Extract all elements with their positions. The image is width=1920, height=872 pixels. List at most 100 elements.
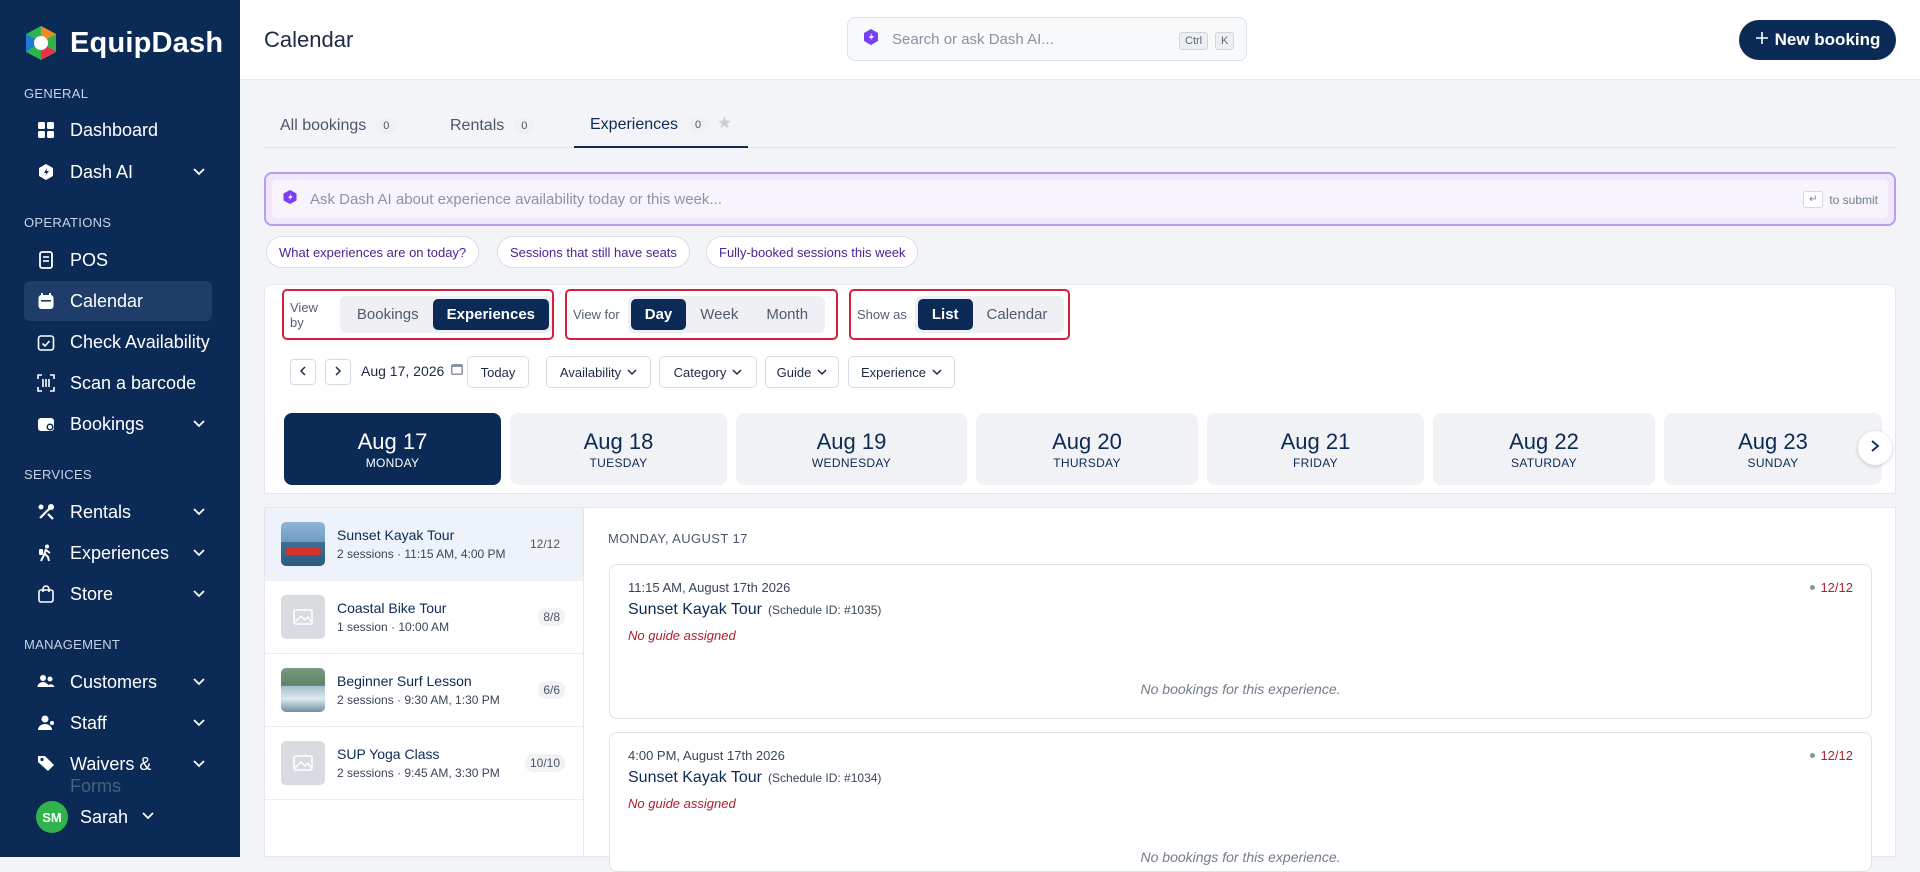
show-as-calendar[interactable]: Calendar — [973, 299, 1062, 330]
chevron-down-icon — [732, 365, 742, 380]
session-capacity: 12/12 — [1810, 748, 1853, 763]
prev-date-button[interactable] — [290, 359, 316, 385]
list-item[interactable]: Coastal Bike Tour 1 session · 10:00 AM 8/… — [265, 581, 583, 654]
kbd-k: K — [1215, 32, 1235, 50]
show-as-label: Show as — [857, 307, 907, 322]
schedule-id: (Schedule ID: #1034) — [768, 771, 882, 785]
sidebar-item-waivers[interactable]: Waivers & Forms — [24, 744, 212, 792]
day-card[interactable]: Aug 20 THURSDAY — [976, 413, 1198, 485]
star-icon[interactable] — [718, 116, 731, 134]
new-booking-button[interactable]: New booking — [1739, 20, 1896, 60]
view-by-experiences[interactable]: Experiences — [432, 299, 549, 330]
calendar-icon — [36, 291, 56, 311]
tab-all-bookings[interactable]: All bookings 0 — [264, 104, 412, 148]
filter-label: Guide — [776, 364, 812, 380]
status-dot — [1810, 585, 1816, 590]
day-card[interactable]: Aug 19 WEDNESDAY — [736, 413, 967, 485]
sidebar-item-staff[interactable]: Staff — [24, 703, 212, 743]
experience-filter[interactable]: Experience — [848, 356, 955, 388]
tab-rentals[interactable]: Rentals 0 — [434, 104, 550, 148]
day-card[interactable]: Aug 22 SATURDAY — [1433, 413, 1655, 485]
view-by-bookings[interactable]: Bookings — [343, 299, 433, 330]
day-date: Aug 20 — [1052, 428, 1122, 454]
day-weekday: TUESDAY — [589, 455, 648, 470]
sidebar-item-dash-ai[interactable]: Dash AI — [24, 152, 212, 192]
list-item[interactable]: Sunset Kayak Tour 2 sessions · 11:15 AM, … — [265, 508, 583, 581]
date-picker[interactable]: Aug 17, 2026 — [361, 362, 464, 379]
view-for-month[interactable]: Month — [752, 299, 822, 330]
sidebar-item-experiences[interactable]: Experiences — [24, 533, 212, 573]
sidebar-item-label: Experiences — [70, 542, 170, 563]
submit-hint-text: to submit — [1829, 192, 1878, 207]
next-days-button[interactable] — [1858, 431, 1892, 465]
sidebar-item-label: Staff — [70, 712, 107, 733]
list-item-sub: 2 sessions · 11:15 AM, 4:00 PM — [337, 547, 506, 561]
list-item[interactable]: Beginner Surf Lesson 2 sessions · 9:30 AM… — [265, 654, 583, 727]
today-button[interactable]: Today — [467, 356, 529, 388]
list-item-name: Beginner Surf Lesson — [337, 673, 472, 689]
sidebar-item-check-availability[interactable]: Check Availability — [24, 322, 212, 362]
date-value: Aug 17, 2026 — [361, 362, 445, 379]
sidebar-item-scan-barcode[interactable]: Scan a barcode — [24, 363, 212, 403]
list-item[interactable]: SUP Yoga Class 2 sessions · 9:45 AM, 3:30… — [265, 727, 583, 800]
tag-icon — [36, 753, 56, 773]
sidebar-item-calendar[interactable]: Calendar — [24, 281, 212, 321]
sidebar-item-label: Rentals — [70, 501, 132, 522]
sidebar-item-dashboard[interactable]: Dashboard — [24, 110, 212, 150]
dash-ai-icon — [862, 28, 880, 50]
booking-tabs: All bookings 0 Rentals 0 Experiences 0 — [264, 104, 1896, 148]
chevron-right-icon — [333, 363, 343, 381]
kayak-shape — [285, 548, 321, 555]
next-date-button[interactable] — [325, 359, 351, 385]
sidebar-item-label-cont: Forms — [70, 776, 121, 792]
placeholder-image-icon — [281, 741, 325, 785]
session-card[interactable]: 11:15 AM, August 17th 2026 Sunset Kayak … — [609, 564, 1872, 719]
app-logo[interactable]: EquipDash — [22, 24, 223, 62]
sidebar-item-pos[interactable]: POS — [24, 240, 212, 280]
receipt-icon — [36, 250, 56, 270]
suggestion-chip[interactable]: Sessions that still have seats — [497, 236, 690, 268]
sidebar-item-label: Calendar — [70, 290, 144, 311]
day-card[interactable]: Aug 18 TUESDAY — [510, 413, 727, 485]
empty-bookings-text: No bookings for this experience. — [1140, 849, 1341, 865]
availability-filter[interactable]: Availability — [546, 356, 651, 388]
guide-status: No guide assigned — [628, 628, 736, 643]
guide-filter[interactable]: Guide — [765, 356, 839, 388]
bookings-icon — [36, 414, 56, 434]
show-as-list[interactable]: List — [917, 299, 973, 330]
capacity-badge: 8/8 — [538, 608, 565, 626]
day-date: Aug 23 — [1738, 428, 1808, 454]
tab-experiences[interactable]: Experiences 0 — [574, 104, 748, 148]
surf-photo — [281, 668, 325, 712]
day-card[interactable]: Aug 23 SUNDAY — [1664, 413, 1882, 485]
sidebar-item-bookings[interactable]: Bookings — [24, 404, 212, 444]
suggestion-chip[interactable]: What experiences are on today? — [266, 236, 480, 268]
view-for-week[interactable]: Week — [686, 299, 752, 330]
sidebar-item-store[interactable]: Store — [24, 574, 212, 614]
staff-icon — [36, 713, 56, 733]
search-input[interactable]: Search or ask Dash AI... Ctrl K — [847, 17, 1247, 61]
dash-ai-input[interactable]: Ask Dash AI about experience availabilit… — [272, 180, 1888, 218]
section-label-management: MANAGEMENT — [24, 637, 121, 652]
suggestion-chip[interactable]: Fully-booked sessions this week — [706, 236, 919, 268]
user-menu[interactable]: SM Sarah — [36, 801, 156, 833]
sidebar-item-customers[interactable]: Customers — [24, 662, 212, 702]
sidebar-item-rentals[interactable]: Rentals — [24, 492, 212, 532]
show-as-toggle: List Calendar — [914, 296, 1065, 333]
view-for-day[interactable]: Day — [630, 299, 687, 330]
day-date: Aug 18 — [583, 428, 654, 454]
session-card[interactable]: 4:00 PM, August 17th 2026 Sunset Kayak T… — [609, 732, 1872, 872]
day-card[interactable]: Aug 17 MONDAY — [284, 413, 501, 485]
category-filter[interactable]: Category — [659, 356, 757, 388]
day-card[interactable]: Aug 21 FRIDAY — [1207, 413, 1424, 485]
list-item-sub: 2 sessions · 9:30 AM, 1:30 PM — [337, 693, 500, 707]
section-label-general: GENERAL — [24, 86, 89, 101]
kayak-photo — [281, 522, 325, 566]
tab-count: 0 — [514, 118, 535, 134]
session-name[interactable]: Sunset Kayak Tour — [628, 769, 762, 786]
session-name[interactable]: Sunset Kayak Tour — [628, 601, 762, 618]
tab-count: 0 — [376, 118, 397, 134]
list-item-text: Beginner Surf Lesson 2 sessions · 9:30 AM… — [337, 673, 500, 707]
capacity-badge: 10/10 — [524, 754, 565, 772]
sidebar-item-label: Dashboard — [70, 119, 159, 140]
